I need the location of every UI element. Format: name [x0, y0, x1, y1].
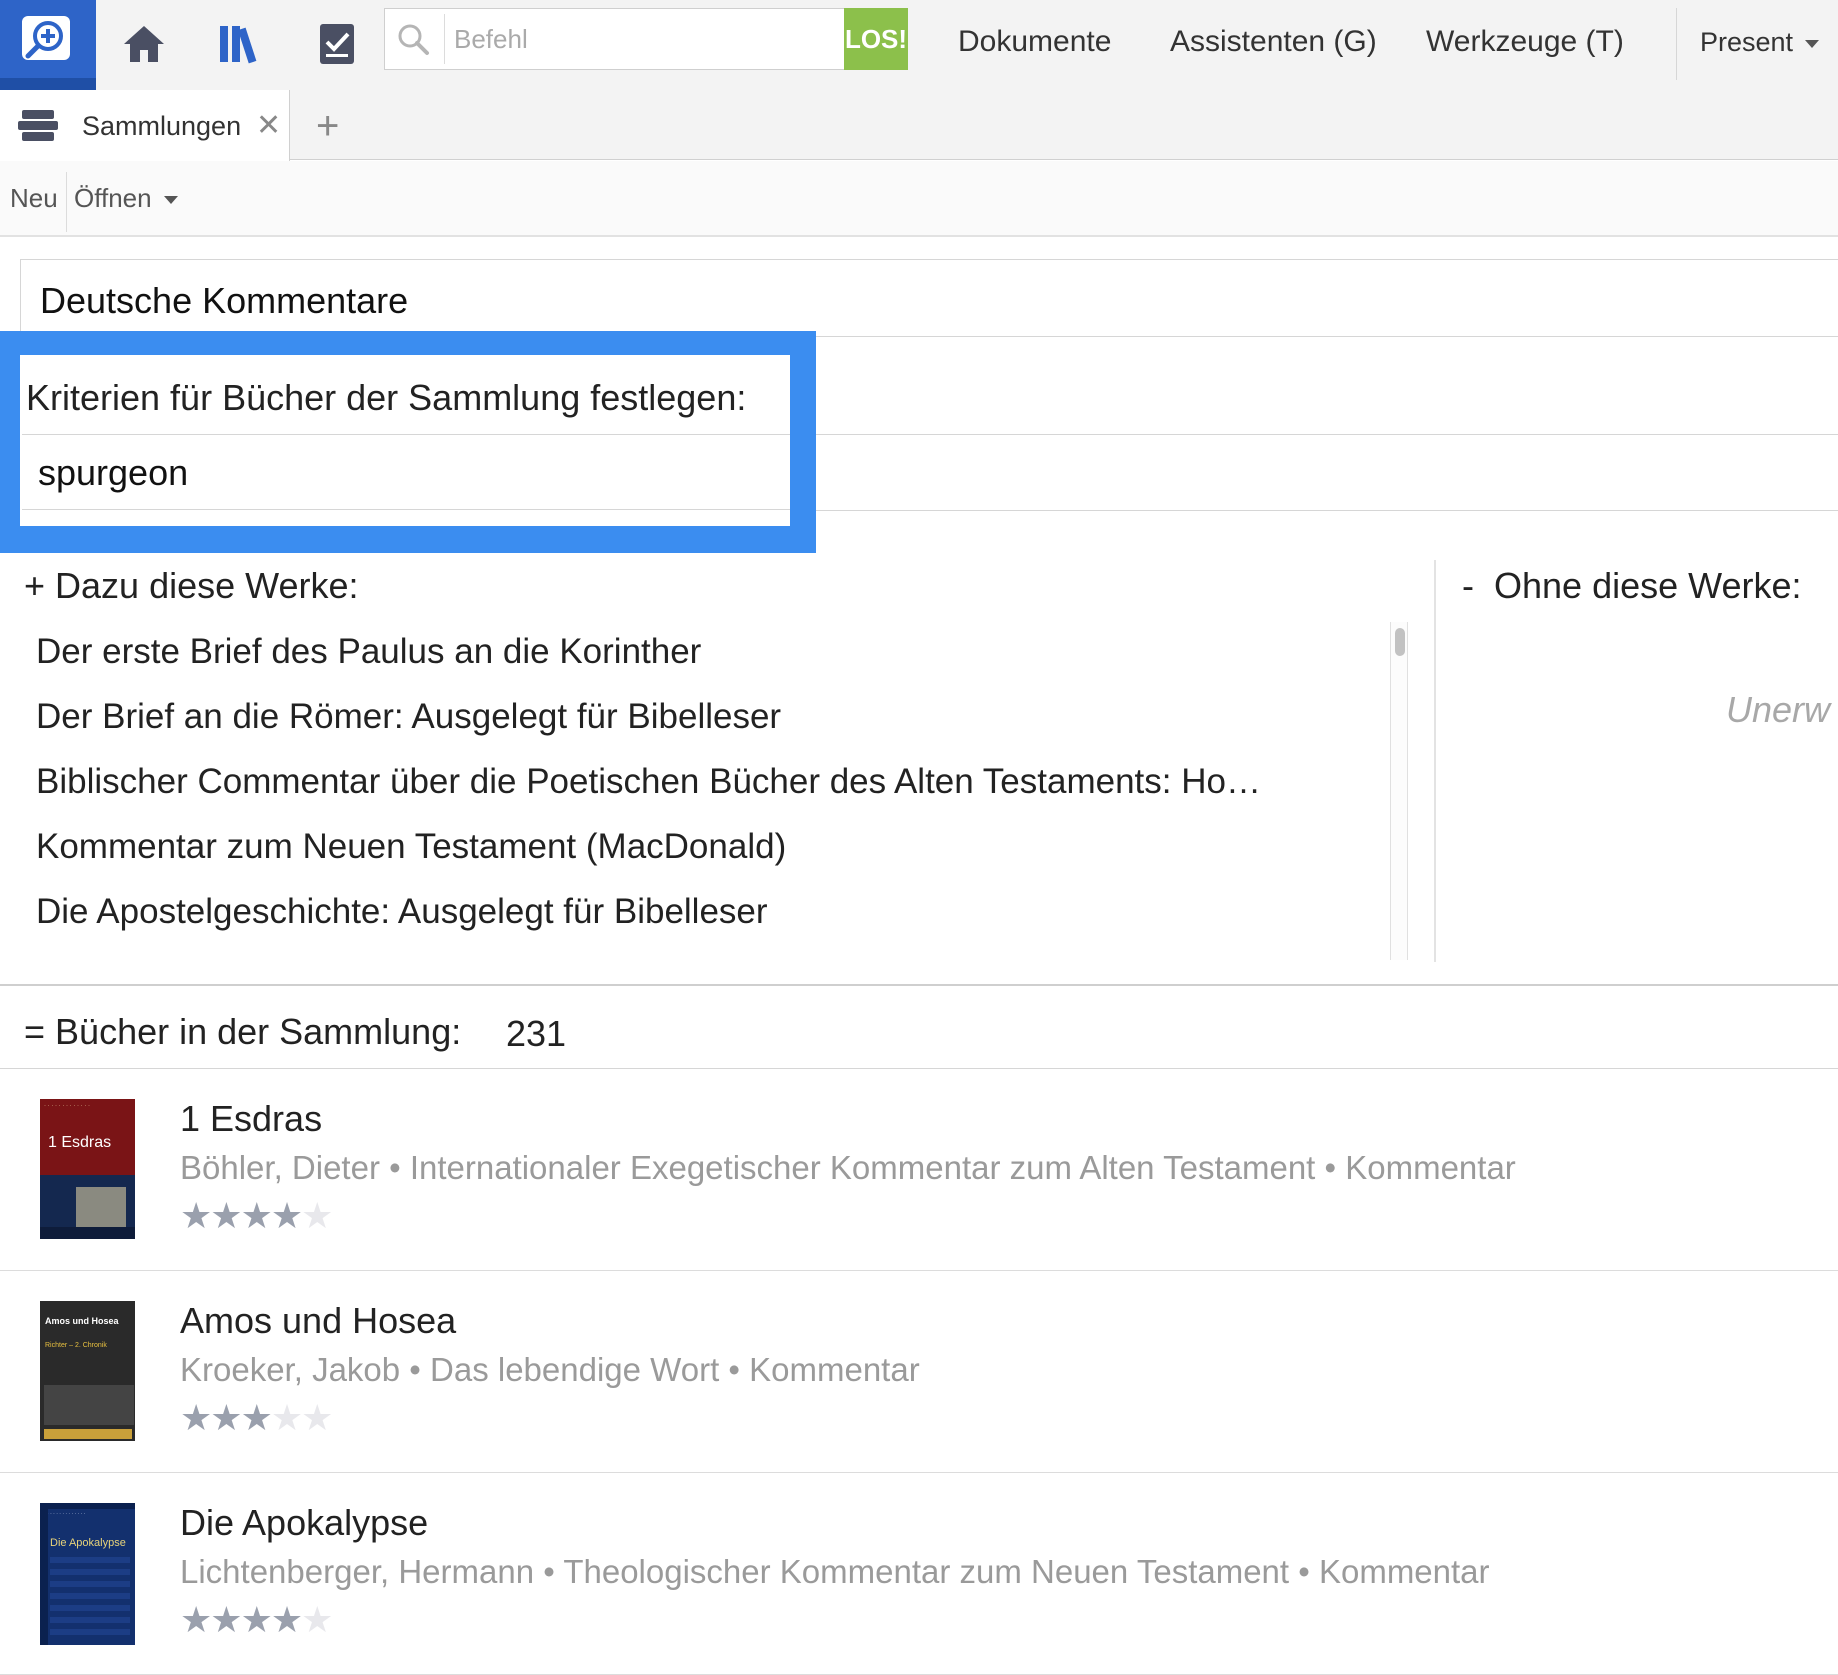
star-filled-icon[interactable]: ★ [210, 1397, 242, 1438]
book-cover-subtitle: Richter – 2. Chronik [45, 1342, 107, 1349]
book-rating[interactable]: ★★★★★ [180, 1195, 333, 1236]
exclude-works-header: - Ohne diese Werke: [1462, 565, 1802, 606]
present-label: Present [1700, 27, 1794, 57]
menu-separator [1676, 8, 1677, 80]
book-row[interactable]: · · · · · · · · · · · · · 1 Esdras 1 Esd… [0, 1069, 1838, 1271]
book-rating[interactable]: ★★★★★ [180, 1397, 333, 1438]
star-empty-icon[interactable]: ★ [301, 1195, 333, 1236]
book-row[interactable]: Amos und Hosea Richter – 2. Chronik Amos… [0, 1271, 1838, 1473]
chevron-down-icon [1805, 39, 1820, 48]
book-meta: Böhler, Dieter • Internationaler Exegeti… [180, 1149, 1516, 1186]
command-input[interactable] [452, 12, 844, 66]
book-title[interactable]: 1 Esdras [180, 1096, 322, 1142]
column-separator [1434, 560, 1436, 962]
star-filled-icon[interactable]: ★ [180, 1599, 212, 1640]
library-icon[interactable] [216, 20, 264, 68]
include-scrollbar[interactable] [1390, 622, 1408, 960]
star-filled-icon[interactable]: ★ [271, 1195, 303, 1236]
star-filled-icon[interactable]: ★ [180, 1397, 212, 1438]
book-cover-title: Amos und Hosea [45, 1316, 119, 1326]
include-scrollbar-thumb[interactable] [1395, 628, 1405, 656]
logos-logo-icon [22, 16, 70, 60]
search-icon [398, 24, 429, 55]
star-filled-icon[interactable]: ★ [210, 1599, 242, 1640]
collection-name: Deutsche Kommentare [40, 280, 409, 321]
star-filled-icon[interactable]: ★ [241, 1397, 273, 1438]
book-stack-icon [18, 110, 58, 141]
book-cover-title: Die Apokalypse [50, 1537, 126, 1549]
include-works-header: + Dazu diese Werke: [24, 565, 359, 606]
menu-tools[interactable]: Werkzeuge (T) [1426, 20, 1624, 64]
book-cover: · · · · · · · · · · · · · 1 Esdras [40, 1099, 135, 1239]
include-work-item[interactable]: Der erste Brief des Paulus an die Korint… [36, 628, 1326, 676]
include-work-item[interactable]: Kommentar zum Neuen Testament (MacDonald… [36, 823, 1326, 871]
menu-guides[interactable]: Assistenten (G) [1170, 20, 1377, 64]
home-icon[interactable] [120, 20, 168, 68]
chevron-down-icon [163, 196, 178, 205]
book-cover-title: 1 Esdras [48, 1134, 112, 1151]
star-filled-icon[interactable]: ★ [241, 1599, 273, 1640]
go-button[interactable]: LOS! [844, 8, 908, 70]
book-meta: Kroeker, Jakob • Das lebendige Wort • Ko… [180, 1351, 920, 1388]
criteria-input[interactable] [38, 446, 778, 500]
close-icon[interactable]: ✕ [256, 108, 281, 144]
new-button[interactable]: Neu [10, 180, 58, 216]
star-empty-icon[interactable]: ★ [301, 1397, 333, 1438]
result-count: 231 [506, 1013, 567, 1054]
command-separator [444, 14, 445, 64]
book-row[interactable]: · · · · · · · · · · · · · · Die Apokalyp… [0, 1473, 1838, 1675]
book-rating[interactable]: ★★★★★ [180, 1599, 333, 1640]
book-title[interactable]: Die Apokalypse [180, 1500, 428, 1546]
star-filled-icon[interactable]: ★ [271, 1599, 303, 1640]
checklist-icon[interactable] [314, 20, 362, 68]
include-work-item[interactable]: Der Brief an die Römer: Ausgelegt für Bi… [36, 693, 1326, 741]
book-cover: Amos und Hosea Richter – 2. Chronik [40, 1301, 135, 1441]
star-filled-icon[interactable]: ★ [241, 1195, 273, 1236]
star-empty-icon[interactable]: ★ [301, 1599, 333, 1640]
toolbar-separator [66, 172, 67, 232]
section-divider [0, 984, 1838, 986]
star-filled-icon[interactable]: ★ [210, 1195, 242, 1236]
include-work-item[interactable]: Die Apostelgeschichte: Ausgelegt für Bib… [36, 888, 1326, 936]
open-label: Öffnen [74, 183, 152, 213]
book-cover: · · · · · · · · · · · · · · Die Apokalyp… [40, 1503, 135, 1645]
include-work-item[interactable]: Biblischer Commentar über die Poetischen… [36, 758, 1326, 806]
star-empty-icon[interactable]: ★ [271, 1397, 303, 1438]
exclude-works-label: Ohne diese Werke: [1494, 565, 1802, 606]
present-menu[interactable]: Present [1700, 22, 1820, 62]
tab-label: Sammlungen [82, 111, 242, 141]
result-label-text: Bücher in der Sammlung: [55, 1011, 462, 1052]
result-label: = Bücher in der Sammlung: [24, 1011, 462, 1052]
open-menu-button[interactable]: Öffnen [74, 180, 178, 216]
star-filled-icon[interactable]: ★ [180, 1195, 212, 1236]
include-works-label: Dazu diese Werke: [55, 565, 359, 606]
book-title[interactable]: Amos und Hosea [180, 1298, 456, 1344]
book-meta: Lichtenberger, Hermann • Theologischer K… [180, 1553, 1490, 1590]
menu-documents[interactable]: Dokumente [958, 20, 1111, 64]
criteria-label: Kriterien für Bücher der Sammlung festle… [26, 377, 747, 418]
toolbar [0, 161, 1838, 237]
exclude-empty-text: Unerw [1726, 689, 1831, 730]
add-tab-icon[interactable]: + [316, 104, 339, 148]
